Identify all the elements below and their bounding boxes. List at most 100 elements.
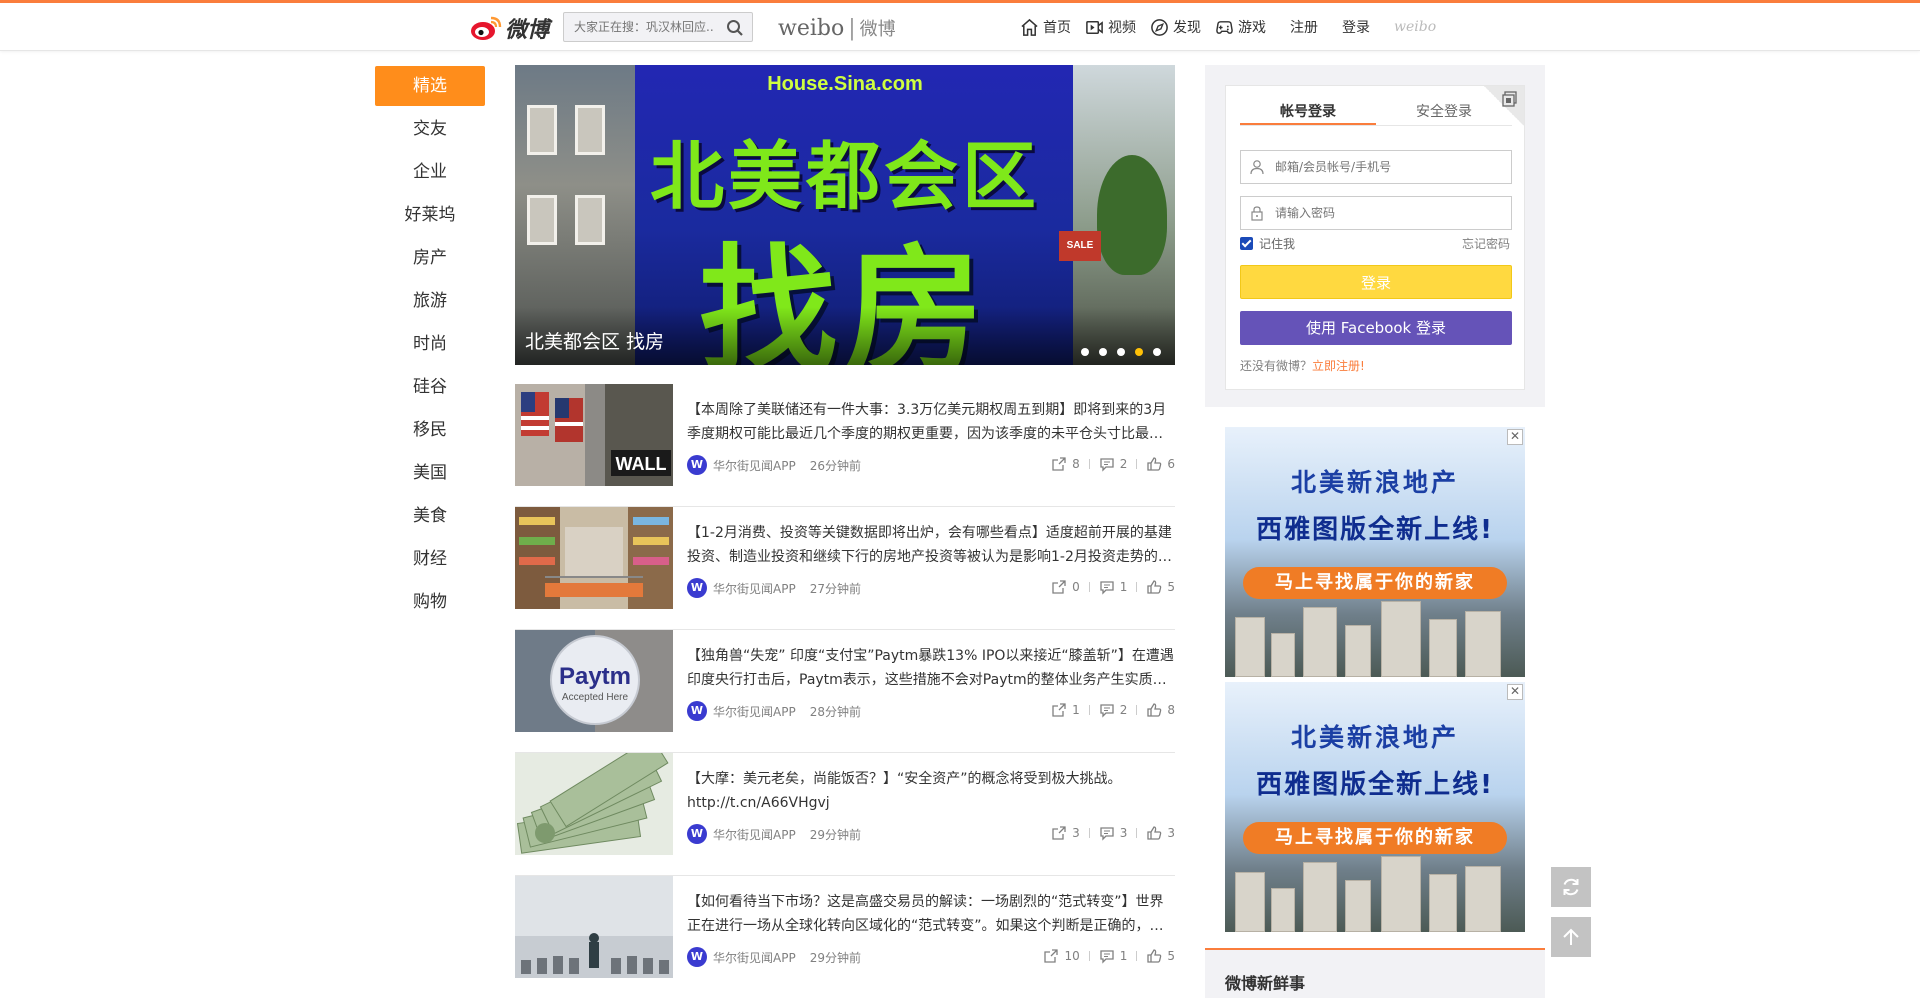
ad-close-icon[interactable]: ✕ — [1507, 684, 1523, 700]
feed-text[interactable]: 【独角兽“失宠” 印度“支付宝”Paytm暴跌13% IPO以来接近“膝盖斩”】… — [687, 644, 1175, 692]
tab-secure-login[interactable]: 安全登录 — [1376, 100, 1512, 125]
forward-button[interactable]: 1 — [1051, 702, 1080, 718]
feed-text[interactable]: 【本周除了美联储还有一件大事：3.3万亿美元期权周五到期】即将到来的3月季度期权… — [687, 398, 1175, 446]
channel-item[interactable]: 好莱坞 — [375, 195, 485, 235]
nav-video[interactable]: 视频 — [1085, 17, 1136, 37]
refresh-button[interactable] — [1551, 867, 1591, 907]
search-icon[interactable] — [726, 19, 744, 37]
feed-source[interactable]: 华尔街见闻APP — [713, 457, 796, 474]
feed-item[interactable]: 【如何看待当下市场？这是高盛交易员的解读：一场剧烈的“范式转变”】世界正在进行一… — [515, 876, 1175, 998]
channel-item[interactable]: 移民 — [375, 410, 485, 450]
register-now-link[interactable]: 立即注册! — [1312, 359, 1365, 373]
feed-text[interactable]: 【1-2月消费、投资等关键数据即将出炉，会有哪些看点】适度超前开展的基建投资、制… — [687, 521, 1175, 569]
back-to-top-button[interactable] — [1551, 917, 1591, 957]
channel-item[interactable]: 房产 — [375, 238, 485, 278]
feed-source[interactable]: 华尔街见闻APP — [713, 949, 796, 966]
feed-text[interactable]: 【大摩：美元老矣，尚能饭否？】“安全资产”的概念将受到极大挑战。http://t… — [687, 767, 1175, 815]
ad-banner[interactable]: ✕ 北美新浪地产 西雅图版全新上线! 马上寻找属于你的新家 — [1225, 427, 1525, 677]
like-button[interactable]: 3 — [1146, 825, 1175, 841]
forward-button[interactable]: 8 — [1051, 456, 1080, 472]
channel-item[interactable]: 企业 — [375, 152, 485, 192]
comment-count: 1 — [1119, 580, 1128, 594]
game-icon — [1216, 20, 1233, 34]
feed-thumbnail[interactable]: WALL — [515, 384, 673, 486]
weibo-small-logo[interactable]: weibo — [1394, 19, 1436, 35]
source-avatar-icon[interactable]: W — [687, 701, 707, 721]
channel-item[interactable]: 时尚 — [375, 324, 485, 364]
channel-item[interactable]: 精选 — [375, 66, 485, 106]
forward-button[interactable]: 10 — [1043, 948, 1080, 964]
ad-close-icon[interactable]: ✕ — [1507, 429, 1523, 445]
forward-icon — [1052, 826, 1066, 840]
nav-home[interactable]: 首页 — [1020, 17, 1071, 37]
register-prompt: 还没有微博？立即注册! — [1240, 357, 1365, 374]
like-button[interactable]: 5 — [1146, 948, 1175, 964]
login-button[interactable]: 登录 — [1240, 265, 1512, 299]
channel-item[interactable]: 美国 — [375, 453, 485, 493]
channel-item[interactable]: 旅游 — [375, 281, 485, 321]
facebook-login-button[interactable]: 使用 Facebook 登录 — [1240, 311, 1512, 345]
tab-account-login[interactable]: 帐号登录 — [1240, 100, 1376, 125]
channel-item[interactable]: 交友 — [375, 109, 485, 149]
carousel-dot[interactable] — [1117, 348, 1125, 356]
banner-carousel[interactable]: SALE House.Sina.com 北美都会区 找房 北美都会区 找房 — [515, 65, 1175, 365]
search-input[interactable] — [564, 13, 714, 41]
feed-thumbnail[interactable] — [515, 507, 673, 609]
carousel-dots — [1071, 348, 1161, 356]
feed-thumbnail[interactable] — [515, 753, 673, 855]
weibo-wordmark[interactable]: weibo | 微博 — [778, 15, 896, 41]
carousel-dot[interactable] — [1081, 348, 1089, 356]
password-field — [1240, 196, 1512, 230]
comment-button[interactable]: 1 — [1099, 948, 1127, 964]
source-avatar-icon[interactable]: W — [687, 455, 707, 475]
feed-item[interactable]: Paytm Accepted Here 【独角兽“失宠” 印度“支付宝”Payt… — [515, 630, 1175, 753]
remember-me[interactable]: 记住我 — [1240, 235, 1295, 252]
carousel-dot[interactable] — [1099, 348, 1107, 356]
channel-item[interactable]: 硅谷 — [375, 367, 485, 407]
username-field — [1240, 150, 1512, 184]
login-link[interactable]: 登录 — [1342, 17, 1370, 37]
forward-button[interactable]: 3 — [1051, 825, 1080, 841]
like-count: 6 — [1167, 457, 1175, 471]
channel-item[interactable]: 购物 — [375, 582, 485, 622]
source-avatar-icon[interactable]: W — [687, 947, 707, 967]
like-button[interactable]: 6 — [1146, 456, 1175, 472]
register-link[interactable]: 注册 — [1290, 17, 1318, 37]
username-input[interactable] — [1275, 160, 1495, 174]
feed-item[interactable]: 【1-2月消费、投资等关键数据即将出炉，会有哪些看点】适度超前开展的基建投资、制… — [515, 507, 1175, 630]
feed-text[interactable]: 【如何看待当下市场？这是高盛交易员的解读：一场剧烈的“范式转变”】世界正在进行一… — [687, 890, 1175, 938]
feed-item[interactable]: 【大摩：美元老矣，尚能饭否？】“安全资产”的概念将受到极大挑战。http://t… — [515, 753, 1175, 876]
feed-item[interactable]: WALL 【本周除了美联储还有一件大事：3.3万亿美元期权周五到期】即将到来的3… — [515, 384, 1175, 507]
like-button[interactable]: 5 — [1146, 579, 1175, 595]
ad-line-2: 西雅图版全新上线! — [1256, 770, 1494, 800]
nav-game-label: 游戏 — [1238, 20, 1266, 36]
feed-thumbnail[interactable]: Paytm Accepted Here — [515, 630, 673, 732]
source-avatar-icon[interactable]: W — [687, 578, 707, 598]
comment-button[interactable]: 1 — [1099, 579, 1128, 595]
comment-button[interactable]: 2 — [1099, 456, 1127, 472]
feed-source[interactable]: 华尔街见闻APP — [713, 703, 796, 720]
carousel-dot[interactable] — [1153, 348, 1161, 356]
weibo-logo[interactable]: 微博 — [469, 12, 549, 44]
nav-discover[interactable]: 发现 — [1150, 17, 1201, 37]
ad-banner[interactable]: ✕ 北美新浪地产 西雅图版全新上线! 马上寻找属于你的新家 — [1225, 682, 1525, 932]
forgot-password-link[interactable]: 忘记密码 — [1462, 235, 1510, 252]
forward-count: 10 — [1064, 949, 1080, 963]
source-avatar-icon[interactable]: W — [687, 824, 707, 844]
feed-thumbnail[interactable] — [515, 876, 673, 978]
password-input[interactable] — [1275, 206, 1495, 220]
like-button[interactable]: 8 — [1146, 702, 1175, 718]
ad-city-skyline — [1225, 852, 1525, 932]
carousel-dot-active[interactable] — [1135, 348, 1143, 356]
channel-item[interactable]: 财经 — [375, 539, 485, 579]
comment-button[interactable]: 3 — [1099, 825, 1127, 841]
forward-button[interactable]: 0 — [1051, 579, 1080, 595]
feed-source[interactable]: 华尔街见闻APP — [713, 826, 796, 843]
feed-source[interactable]: 华尔街见闻APP — [713, 580, 796, 597]
remember-checkbox[interactable] — [1240, 237, 1253, 250]
nav-game[interactable]: 游戏 — [1215, 17, 1266, 37]
comment-button[interactable]: 2 — [1099, 702, 1127, 718]
banner-caption[interactable]: 北美都会区 找房 — [525, 327, 664, 354]
comment-icon — [1100, 950, 1114, 964]
channel-item[interactable]: 美食 — [375, 496, 485, 536]
